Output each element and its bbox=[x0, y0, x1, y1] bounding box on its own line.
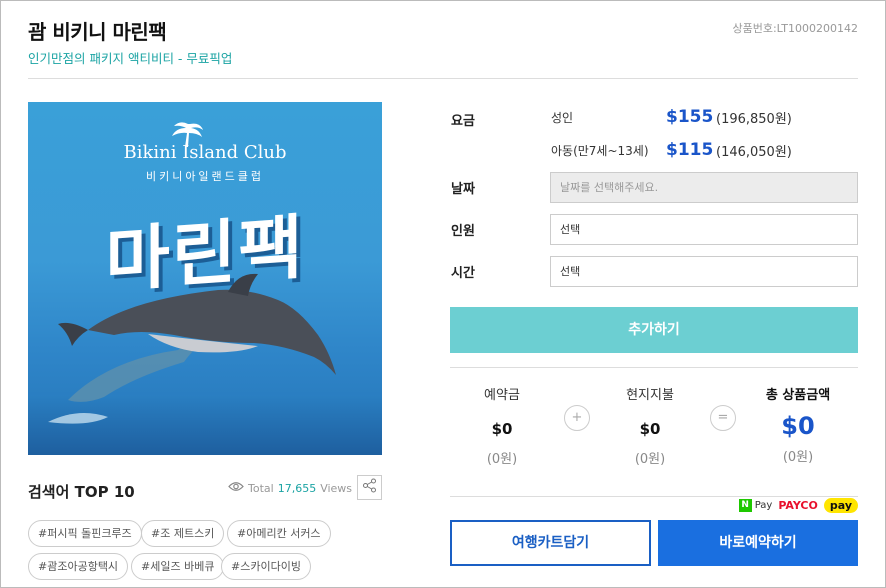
divider bbox=[28, 78, 858, 79]
views-count: 17,655 bbox=[277, 481, 317, 495]
deposit-label: 예약금 bbox=[484, 388, 520, 403]
search-tag[interactable]: #세일즈 바베큐 bbox=[131, 553, 225, 580]
add-button[interactable]: 추가하기 bbox=[450, 307, 858, 353]
equals-icon: = bbox=[710, 405, 736, 431]
payco-logo: PAYCO bbox=[778, 499, 818, 512]
share-icon bbox=[362, 478, 377, 497]
search-tag[interactable]: #퍼시픽 돌핀크루즈 bbox=[28, 520, 142, 547]
adult-label: 성인 bbox=[551, 110, 574, 125]
eye-icon bbox=[228, 481, 244, 495]
date-label: 날짜 bbox=[451, 182, 475, 197]
search-tag[interactable]: #조 제트스키 bbox=[141, 520, 225, 547]
adult-price-row: 성인 $155 (196,850원) bbox=[551, 107, 792, 127]
product-code: 상품번호:LT1000200142 bbox=[732, 22, 858, 35]
add-to-cart-button[interactable]: 여행카트담기 bbox=[450, 520, 651, 566]
kakao-pay-logo: pay bbox=[823, 498, 858, 513]
search-tag[interactable]: #괌조아공항택시 bbox=[28, 553, 129, 580]
product-title: 괌 비키니 마린팩 bbox=[28, 20, 167, 44]
search-top-title: 검색어 TOP 10 bbox=[28, 483, 135, 501]
local-pay-krw: (0원) bbox=[634, 452, 666, 467]
total-summary: 총 상품금액 $0 (0원) bbox=[742, 384, 854, 465]
price-label: 요금 bbox=[451, 114, 475, 129]
date-field[interactable]: 날짜를 선택해주세요. bbox=[550, 172, 858, 203]
local-pay-summary: 현지지불 $0 (0원) bbox=[595, 384, 705, 467]
deposit-krw: (0원) bbox=[486, 452, 518, 467]
view-counter: Total 17,655 Views bbox=[228, 481, 352, 495]
total-label: 총 상품금액 bbox=[765, 388, 831, 403]
child-price-krw: (146,050원) bbox=[716, 144, 792, 160]
child-price-usd: $115 bbox=[666, 140, 714, 160]
product-image: Bikini Island Club 비키니아일랜드클럽 마린팩 bbox=[28, 102, 382, 455]
deposit-usd: $0 bbox=[491, 420, 513, 438]
plus-icon: + bbox=[564, 405, 590, 431]
search-tag[interactable]: #아메리칸 서커스 bbox=[227, 520, 331, 547]
product-subtitle: 인기만점의 패키지 액티비티 - 무료픽업 bbox=[28, 51, 233, 66]
views-unit: Views bbox=[320, 481, 353, 495]
dolphins-illustration bbox=[48, 122, 336, 424]
local-pay-label: 현지지불 bbox=[626, 388, 674, 403]
child-label: 아동(만7세~13세) bbox=[551, 143, 649, 158]
time-select[interactable]: 선택 bbox=[550, 256, 858, 287]
adult-price-usd: $155 bbox=[666, 107, 714, 127]
payment-logos: N Pay PAYCO pay bbox=[738, 498, 858, 513]
divider bbox=[450, 496, 858, 497]
naver-pay-text: Pay bbox=[754, 500, 773, 511]
people-select[interactable]: 선택 bbox=[550, 214, 858, 245]
adult-price-krw: (196,850원) bbox=[716, 111, 792, 127]
time-label: 시간 bbox=[451, 266, 475, 281]
search-tag[interactable]: #스카이다이빙 bbox=[221, 553, 311, 580]
total-usd: $0 bbox=[781, 412, 815, 440]
book-now-button[interactable]: 바로예약하기 bbox=[658, 520, 858, 566]
divider bbox=[450, 367, 858, 368]
people-label: 인원 bbox=[451, 224, 475, 239]
deposit-summary: 예약금 $0 (0원) bbox=[447, 384, 557, 467]
total-krw: (0원) bbox=[782, 450, 814, 465]
child-price-row: 아동(만7세~13세) $115 (146,050원) bbox=[551, 140, 792, 160]
share-button[interactable] bbox=[357, 475, 382, 500]
local-pay-usd: $0 bbox=[639, 420, 661, 438]
views-label: Total bbox=[248, 481, 274, 495]
naver-pay-logo: N Pay bbox=[738, 499, 773, 512]
naver-n-icon: N bbox=[738, 499, 752, 512]
